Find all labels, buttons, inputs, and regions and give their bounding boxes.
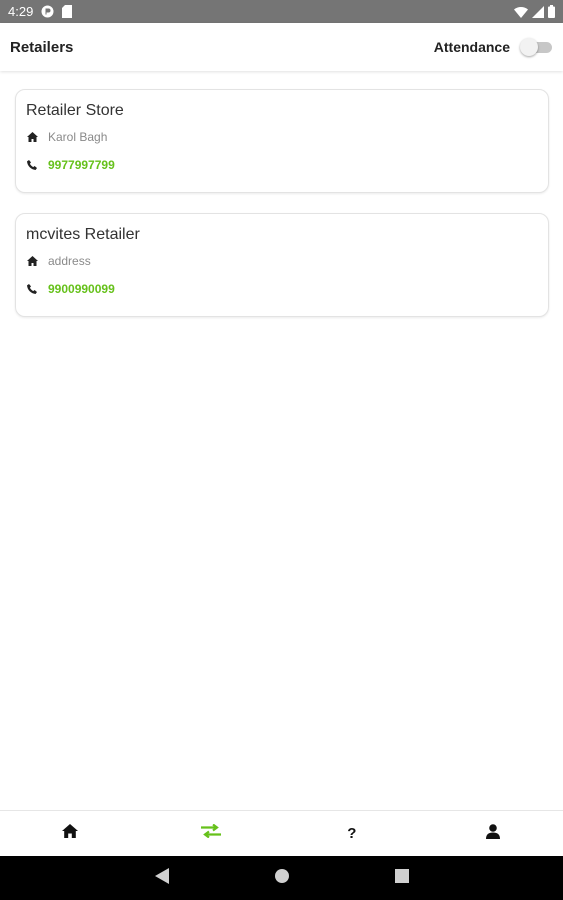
system-nav-bar: [0, 856, 563, 900]
home-icon: [62, 824, 79, 843]
user-icon: [485, 823, 500, 844]
home-icon: [26, 131, 38, 143]
app-header: Retailers Attendance: [0, 23, 563, 71]
attendance-control: Attendance: [434, 37, 553, 57]
sd-card-icon: [62, 5, 73, 18]
help-icon: ?: [347, 825, 357, 842]
retailer-phone[interactable]: 9900990099: [48, 282, 115, 296]
recents-icon: [394, 868, 409, 888]
attendance-toggle[interactable]: [520, 37, 553, 57]
address-row: Karol Bagh: [26, 127, 538, 147]
signal-icon: [532, 5, 544, 18]
nav-profile[interactable]: [422, 811, 563, 856]
retailer-phone[interactable]: 9977997799: [48, 158, 115, 172]
back-icon: [154, 867, 169, 889]
battery-icon: [548, 5, 555, 18]
app-screen: 4:29 Retailers Attendance Retailer Store…: [0, 0, 563, 900]
retailer-card[interactable]: mcvites Retailer address 9900990099: [15, 213, 549, 317]
recents-button[interactable]: [342, 868, 462, 888]
bottom-nav: ?: [0, 810, 563, 856]
toggle-thumb: [520, 38, 538, 56]
phone-icon: [26, 159, 38, 171]
home-circle-icon: [274, 868, 289, 888]
page-title: Retailers: [10, 38, 74, 56]
retailer-address: Karol Bagh: [48, 130, 108, 144]
nav-help[interactable]: ?: [282, 811, 423, 856]
wifi-icon: [514, 6, 528, 18]
address-row: address: [26, 251, 538, 271]
back-button[interactable]: [102, 867, 222, 889]
retailer-card[interactable]: Retailer Store Karol Bagh 9977997799: [15, 89, 549, 193]
phone-row: 9977997799: [26, 155, 538, 175]
retailer-list: Retailer Store Karol Bagh 9977997799 mcv…: [15, 89, 549, 337]
attendance-label: Attendance: [433, 39, 510, 55]
home-button[interactable]: [222, 868, 342, 888]
phone-row: 9900990099: [26, 279, 538, 299]
phone-icon: [26, 283, 38, 295]
nav-retailers[interactable]: [141, 811, 282, 856]
transfer-icon: [201, 823, 222, 843]
retailer-name: mcvites Retailer: [26, 226, 140, 243]
home-icon: [26, 255, 38, 267]
retailer-name: Retailer Store: [26, 102, 124, 119]
status-bar: 4:29: [0, 0, 563, 23]
nav-home[interactable]: [0, 811, 141, 856]
retailer-address: address: [48, 254, 91, 268]
status-time: 4:29: [8, 4, 34, 19]
notification-icon: [41, 5, 54, 18]
